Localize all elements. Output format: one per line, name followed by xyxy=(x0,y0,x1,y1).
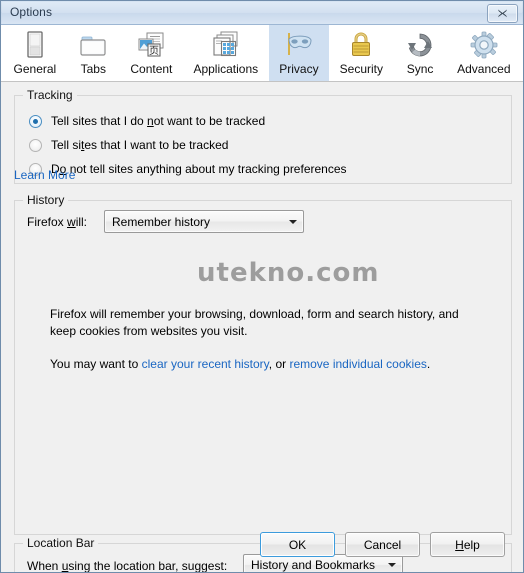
close-x-glyph xyxy=(498,9,507,18)
tab-advanced[interactable]: Advanced xyxy=(447,25,521,81)
ok-button[interactable]: OK xyxy=(260,532,335,557)
history-legend: History xyxy=(23,193,69,207)
title-bar: Options xyxy=(1,1,523,25)
tab-general[interactable]: General xyxy=(3,25,67,81)
close-button[interactable] xyxy=(487,4,518,23)
svg-text:页: 页 xyxy=(149,45,159,57)
applications-icon xyxy=(210,29,242,61)
tab-label: Sync xyxy=(406,62,434,76)
tab-label: General xyxy=(13,62,57,76)
tab-sync[interactable]: Sync xyxy=(394,25,447,81)
chevron-down-icon xyxy=(283,219,303,224)
remove-individual-cookies-link[interactable]: remove individual cookies xyxy=(289,357,426,371)
links-prefix: You may want to xyxy=(50,357,142,371)
radio-indicator[interactable] xyxy=(29,138,42,152)
general-icon xyxy=(19,29,51,61)
radio-no-preference[interactable]: Do not tell sites anything about my trac… xyxy=(29,162,347,176)
history-mode-value: Remember history xyxy=(112,214,211,229)
tab-label: Content xyxy=(130,62,173,76)
content-icon: 页 xyxy=(135,29,167,61)
cancel-button[interactable]: Cancel xyxy=(345,532,420,557)
radio-label: Tell sites that I want to be tracked xyxy=(51,138,229,152)
padlock-icon xyxy=(345,29,377,61)
tab-applications[interactable]: Applications xyxy=(183,25,269,81)
radio-allow-track[interactable]: Tell sites that I want to be tracked xyxy=(29,138,228,152)
clear-recent-history-link[interactable]: clear your recent history xyxy=(142,357,269,371)
window-title: Options xyxy=(10,5,53,19)
tracking-group: Tracking Tell sites that I do not want t… xyxy=(14,88,512,184)
links-middle: , or xyxy=(268,357,290,371)
sync-icon xyxy=(404,29,436,61)
tracking-legend: Tracking xyxy=(23,88,77,102)
help-button[interactable]: Help xyxy=(430,532,505,557)
options-dialog: Options General Tabs 页 Content Applicati… xyxy=(0,0,524,573)
content-panel: Tracking Tell sites that I do not want t… xyxy=(1,82,523,572)
tabs-icon xyxy=(77,29,109,61)
links-suffix: . xyxy=(426,357,431,371)
radio-do-not-track[interactable]: Tell sites that I do not want to be trac… xyxy=(29,114,265,128)
firefox-will-label: Firefox will: xyxy=(27,215,88,229)
learn-more-link[interactable]: Learn More xyxy=(14,168,75,182)
dialog-button-bar: OK Cancel Help xyxy=(1,520,523,572)
history-group: History Firefox will: Remember history F… xyxy=(14,193,512,535)
tab-privacy[interactable]: Privacy xyxy=(268,25,330,81)
close-icon xyxy=(488,5,517,22)
tab-content[interactable]: 页 Content xyxy=(120,25,183,81)
tab-label: Security xyxy=(339,62,383,76)
tab-label: Tabs xyxy=(80,62,106,76)
title-bar-background xyxy=(2,2,522,24)
tab-label: Privacy xyxy=(279,62,319,76)
tab-label: Applications xyxy=(193,62,259,76)
gear-icon xyxy=(468,29,500,61)
radio-indicator[interactable] xyxy=(29,114,42,128)
radio-label: Do not tell sites anything about my trac… xyxy=(51,162,347,176)
privacy-mask-icon xyxy=(283,29,315,61)
tab-security[interactable]: Security xyxy=(329,25,393,81)
tab-strip: General Tabs 页 Content Applications Priv… xyxy=(1,25,523,82)
tab-tabs[interactable]: Tabs xyxy=(67,25,120,81)
tab-label: Advanced xyxy=(457,62,511,76)
history-description: Firefox will remember your browsing, dow… xyxy=(50,307,459,338)
history-links-text: You may want to clear your recent histor… xyxy=(50,356,490,373)
radio-label: Tell sites that I do not want to be trac… xyxy=(51,114,266,128)
history-mode-dropdown[interactable]: Remember history xyxy=(104,210,304,233)
